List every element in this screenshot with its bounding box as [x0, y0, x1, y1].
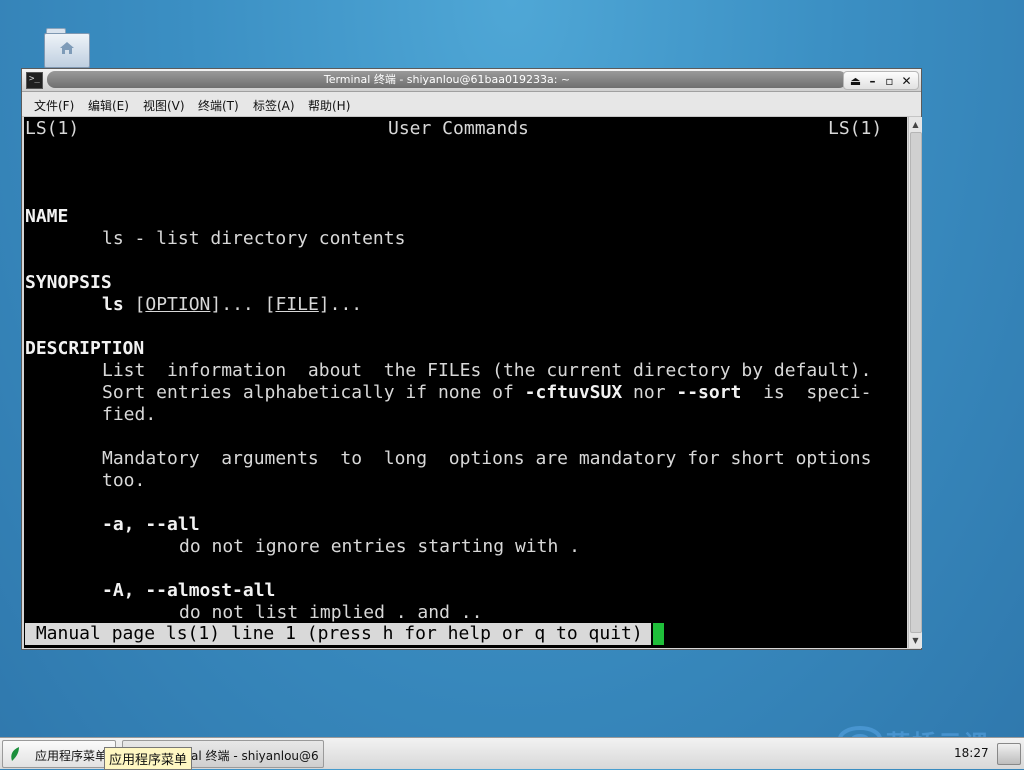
synopsis-file: FILE — [275, 294, 319, 315]
home-icon — [60, 42, 74, 54]
synopsis-ellipsis: ]... — [210, 294, 265, 315]
maximize-button[interactable]: ▫ — [881, 72, 898, 89]
description-flag: -cftuvSUX — [524, 382, 623, 403]
menu-tabs[interactable]: 标签(A) — [253, 97, 295, 114]
window-title: Terminal 终端 - shiyanlou@61baa019233a: ~ — [323, 73, 571, 86]
menu-edit[interactable]: 编辑(E) — [88, 97, 129, 114]
description-line: fied. — [102, 404, 157, 425]
menu-terminal[interactable]: 终端(T) — [198, 97, 239, 114]
shade-button[interactable]: ⏏ — [847, 72, 864, 89]
name-heading: NAME — [25, 206, 69, 227]
window-controls: ⏏ – ▫ ✕ — [843, 71, 919, 90]
title-bar[interactable]: >_ Terminal 终端 - shiyanlou@61baa019233a:… — [22, 69, 921, 92]
minimize-button[interactable]: – — [864, 72, 881, 89]
description-text: is speci- — [741, 382, 872, 403]
description-line: too. — [102, 470, 146, 491]
terminal-app-icon[interactable]: >_ — [26, 72, 43, 89]
synopsis-heading: SYNOPSIS — [25, 272, 112, 293]
close-button[interactable]: ✕ — [898, 72, 915, 89]
scroll-down-arrow-icon[interactable]: ▼ — [910, 635, 921, 646]
menu-file[interactable]: 文件(F) — [34, 97, 74, 114]
synopsis-line: ls [OPTION]... [FILE]... — [102, 294, 362, 316]
synopsis-option: OPTION — [145, 294, 211, 315]
scrollbar-thumb[interactable] — [910, 132, 922, 633]
terminal-output[interactable]: LS(1) User Commands LS(1) NAME ls - list… — [24, 117, 907, 648]
description-line: Sort entries alphabetically if none of -… — [102, 382, 871, 404]
man-header-center: User Commands — [388, 118, 529, 139]
menu-view[interactable]: 视图(V) — [143, 97, 185, 114]
synopsis-bracket: [ — [134, 294, 146, 315]
home-folder-icon[interactable] — [44, 28, 90, 68]
option-almost-all-flag: -A, --almost-all — [102, 580, 276, 601]
option-all-flag: -a, --all — [102, 514, 200, 535]
terminal-scrollbar[interactable]: ▲ ▼ — [908, 117, 922, 648]
synopsis-ellipsis: ]... — [318, 294, 363, 315]
description-heading: DESCRIPTION — [25, 338, 145, 359]
terminal-cursor — [653, 623, 664, 645]
synopsis-command: ls — [102, 294, 124, 315]
description-line: List information about the FILEs (the cu… — [102, 360, 872, 381]
description-line: Mandatory arguments to long options are … — [102, 448, 872, 469]
applications-menu-label: 应用程序菜单 — [35, 749, 108, 763]
synopsis-bracket: [ — [264, 294, 276, 315]
man-header-left: LS(1) — [25, 118, 80, 139]
menu-help[interactable]: 帮助(H) — [308, 97, 350, 114]
applications-menu-tooltip: 应用程序菜单 — [104, 747, 193, 770]
option-all-desc: do not ignore entries starting with . — [179, 536, 580, 557]
applications-menu-button[interactable]: 应用程序菜单 — [2, 740, 116, 768]
leaf-icon — [11, 747, 19, 761]
clock[interactable]: 18:27 — [954, 746, 989, 760]
pager-status-line: Manual page ls(1) line 1 (press h for he… — [25, 623, 651, 645]
man-header-right: LS(1) — [828, 118, 883, 139]
description-text: Sort entries alphabetically if none of — [102, 382, 525, 403]
scroll-up-arrow-icon[interactable]: ▲ — [910, 119, 921, 130]
show-desktop-icon[interactable] — [997, 743, 1021, 765]
description-text: nor — [622, 382, 677, 403]
menu-bar: 文件(F) 编辑(E) 视图(V) 终端(T) 标签(A) 帮助(H) — [22, 92, 921, 117]
terminal-window: >_ Terminal 终端 - shiyanlou@61baa019233a:… — [21, 68, 922, 650]
name-text: ls - list directory contents — [102, 228, 406, 249]
option-almost-all-desc: do not list implied . and .. — [179, 602, 483, 623]
description-flag: --sort — [676, 382, 742, 403]
